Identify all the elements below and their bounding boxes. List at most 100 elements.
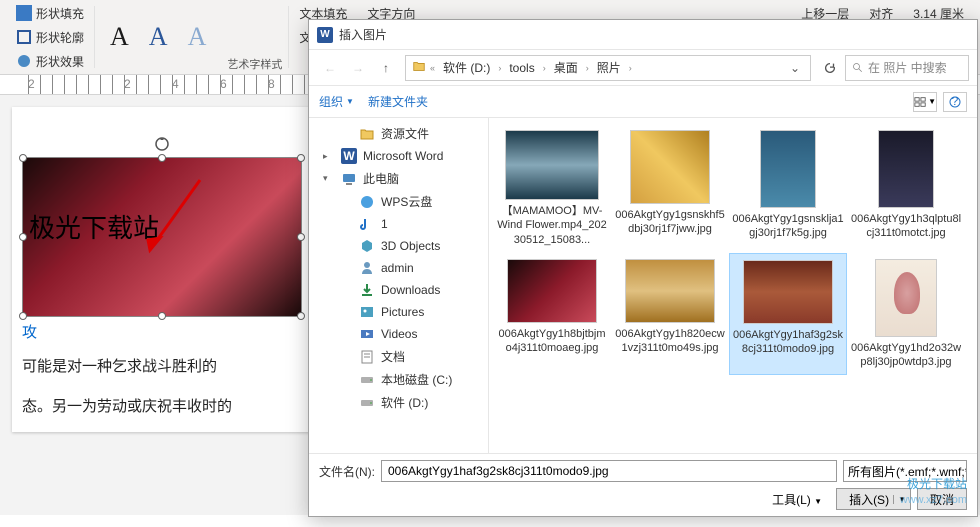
resize-handle-bl[interactable] xyxy=(19,312,27,320)
watermark-2: www.xz7.com xyxy=(900,494,967,506)
file-item[interactable]: 006AkgtYgy1haf3g2sk8cj311t0modo9.jpg xyxy=(729,253,847,376)
wordart-style-3[interactable]: A xyxy=(179,19,216,55)
tools-menu[interactable]: 工具(L) ▼ xyxy=(772,491,822,508)
view-mode-button[interactable]: ▼ xyxy=(913,92,937,112)
resize-handle-tm[interactable] xyxy=(158,154,166,162)
file-item[interactable]: 【MAMAMOO】MV- Wind Flower.mp4_20230512_15… xyxy=(493,124,611,253)
art-styles-label: 艺术字样式 xyxy=(227,56,282,72)
svg-text:W: W xyxy=(343,149,355,163)
down-icon xyxy=(359,282,375,298)
3d-icon xyxy=(359,238,375,254)
pc-icon xyxy=(341,171,357,187)
help-button[interactable]: ? xyxy=(943,92,967,112)
tree-item----[interactable]: ▾此电脑 xyxy=(309,167,488,190)
tree-item-------c--[interactable]: 本地磁盘 (C:) xyxy=(309,368,488,391)
file-name: 006AkgtYgy1hd2o32wp8lj30jp0wtdp3.jpg xyxy=(850,341,962,370)
dialog-titlebar: W 插入图片 xyxy=(309,20,977,50)
dialog-footer: 文件名(N): 所有图片(*.emf;*.wmf;*.j... 工具(L) ▼ … xyxy=(309,453,977,516)
file-name: 006AkgtYgy1h820ecw1vzj311t0mo49s.jpg xyxy=(614,327,726,356)
tree-item---[interactable]: 文档 xyxy=(309,345,488,368)
file-item[interactable]: 006AkgtYgy1h8bjtbjmo4j311t0moaeg.jpg xyxy=(493,253,611,376)
tree-item-admin[interactable]: admin xyxy=(309,257,488,279)
file-name: 006AkgtYgy1haf3g2sk8cj311t0modo9.jpg xyxy=(732,328,844,357)
doc-icon xyxy=(359,349,375,365)
bc-item-0[interactable]: 软件 (D:) xyxy=(439,59,494,76)
dialog-nav: ← → ↑ « 软件 (D:)› tools› 桌面› 照片› ⌄ 在 照片 中… xyxy=(309,50,977,86)
nav-up[interactable]: ↑ xyxy=(373,55,399,81)
bc-item-3[interactable]: 照片 xyxy=(593,59,625,76)
doc-text-line3: 态。另一为劳动或庆祝丰收时的 xyxy=(22,392,302,422)
tree-item-1[interactable]: 1 xyxy=(309,213,488,235)
resize-handle-bm[interactable] xyxy=(158,312,166,320)
bc-item-1[interactable]: tools xyxy=(505,61,538,75)
tree-item-----d--[interactable]: 软件 (D:) xyxy=(309,391,488,414)
filename-input[interactable] xyxy=(381,460,837,482)
folder-icon xyxy=(412,59,426,76)
resize-handle-tl[interactable] xyxy=(19,154,27,162)
tree-item-pictures[interactable]: Pictures xyxy=(309,301,488,323)
dialog-title: 插入图片 xyxy=(339,26,387,43)
file-name: 006AkgtYgy1h8bjtbjmo4j311t0moaeg.jpg xyxy=(496,327,608,356)
file-thumbnail xyxy=(875,259,937,337)
organize-button[interactable]: 组织 ▼ xyxy=(319,93,354,110)
tree-item-videos[interactable]: Videos xyxy=(309,323,488,345)
file-thumbnail xyxy=(878,130,934,208)
file-thumbnail xyxy=(507,259,597,323)
resize-handle-tr[interactable] xyxy=(297,154,305,162)
file-item[interactable]: 006AkgtYgy1h820ecw1vzj311t0mo49s.jpg xyxy=(611,253,729,376)
search-icon xyxy=(852,62,864,74)
file-thumbnail xyxy=(743,260,833,324)
tree-item-microsoft-word[interactable]: ▸WMicrosoft Word xyxy=(309,145,488,167)
file-name: 006AkgtYgy1h3qlptu8lcj311t0motct.jpg xyxy=(850,212,962,241)
file-thumbnail xyxy=(630,130,710,204)
file-item[interactable]: 006AkgtYgy1gsnskhf5dbj30rj1f7jww.jpg xyxy=(611,124,729,253)
breadcrumb[interactable]: « 软件 (D:)› tools› 桌面› 照片› ⌄ xyxy=(405,55,811,81)
file-item[interactable]: 006AkgtYgy1h3qlptu8lcj311t0motct.jpg xyxy=(847,124,965,253)
file-thumbnail xyxy=(625,259,715,323)
word-icon: W xyxy=(341,148,357,164)
user-icon xyxy=(359,260,375,276)
file-item[interactable]: 006AkgtYgy1hd2o32wp8lj30jp0wtdp3.jpg xyxy=(847,253,965,376)
doc-text-prefix: 攻 xyxy=(22,321,302,342)
nav-back[interactable]: ← xyxy=(317,55,343,81)
wordart-style-2[interactable]: A xyxy=(140,19,177,55)
rotate-handle[interactable] xyxy=(154,136,170,152)
vid-icon xyxy=(359,326,375,342)
wps-icon xyxy=(359,194,375,210)
refresh-button[interactable] xyxy=(817,55,843,81)
bc-item-2[interactable]: 桌面 xyxy=(550,59,582,76)
folder-icon xyxy=(359,126,375,142)
resize-handle-mr[interactable] xyxy=(297,233,305,241)
resize-handle-br[interactable] xyxy=(297,312,305,320)
shape-fill[interactable]: 形状填充 xyxy=(12,2,88,24)
dialog-toolbar: 组织 ▼ 新建文件夹 ▼ ? xyxy=(309,86,977,118)
pic-icon xyxy=(359,304,375,320)
resize-handle-ml[interactable] xyxy=(19,233,27,241)
file-thumbnail xyxy=(505,130,599,200)
search-placeholder: 在 照片 中搜索 xyxy=(868,59,947,76)
disk-icon xyxy=(359,372,375,388)
annotation-arrow-1 xyxy=(130,170,210,270)
new-folder-button[interactable]: 新建文件夹 xyxy=(368,93,428,110)
file-name: 006AkgtYgy1gsnskhf5dbj30rj1f7jww.jpg xyxy=(614,208,726,237)
disk-icon xyxy=(359,395,375,411)
shape-effects[interactable]: 形状效果 xyxy=(12,50,88,72)
doc-text-line2: 可能是对一种乞求战斗胜利的 xyxy=(22,352,302,382)
nav-forward[interactable]: → xyxy=(345,55,371,81)
tree-item-----[interactable]: 资源文件 xyxy=(309,122,488,145)
wordart-style-1[interactable]: A xyxy=(101,19,138,55)
watermark-1: 极光下载站 xyxy=(907,475,967,492)
svg-text:?: ? xyxy=(952,96,959,108)
insert-picture-dialog: W 插入图片 ← → ↑ « 软件 (D:)› tools› 桌面› 照片› ⌄… xyxy=(308,19,978,517)
breadcrumb-dropdown[interactable]: ⌄ xyxy=(786,55,804,81)
tree-item-downloads[interactable]: Downloads xyxy=(309,279,488,301)
word-icon: W xyxy=(317,27,333,43)
file-item[interactable]: 006AkgtYgy1gsnsklja1gj30rj1f7k5g.jpg xyxy=(729,124,847,253)
search-input[interactable]: 在 照片 中搜索 xyxy=(845,55,969,81)
music-icon xyxy=(359,216,375,232)
shape-outline[interactable]: 形状轮廓 xyxy=(12,26,88,48)
tree-item-3d-objects[interactable]: 3D Objects xyxy=(309,235,488,257)
tree-item-wps--[interactable]: WPS云盘 xyxy=(309,190,488,213)
file-thumbnail xyxy=(760,130,816,208)
file-pane: 【MAMAMOO】MV- Wind Flower.mp4_20230512_15… xyxy=(489,118,977,453)
